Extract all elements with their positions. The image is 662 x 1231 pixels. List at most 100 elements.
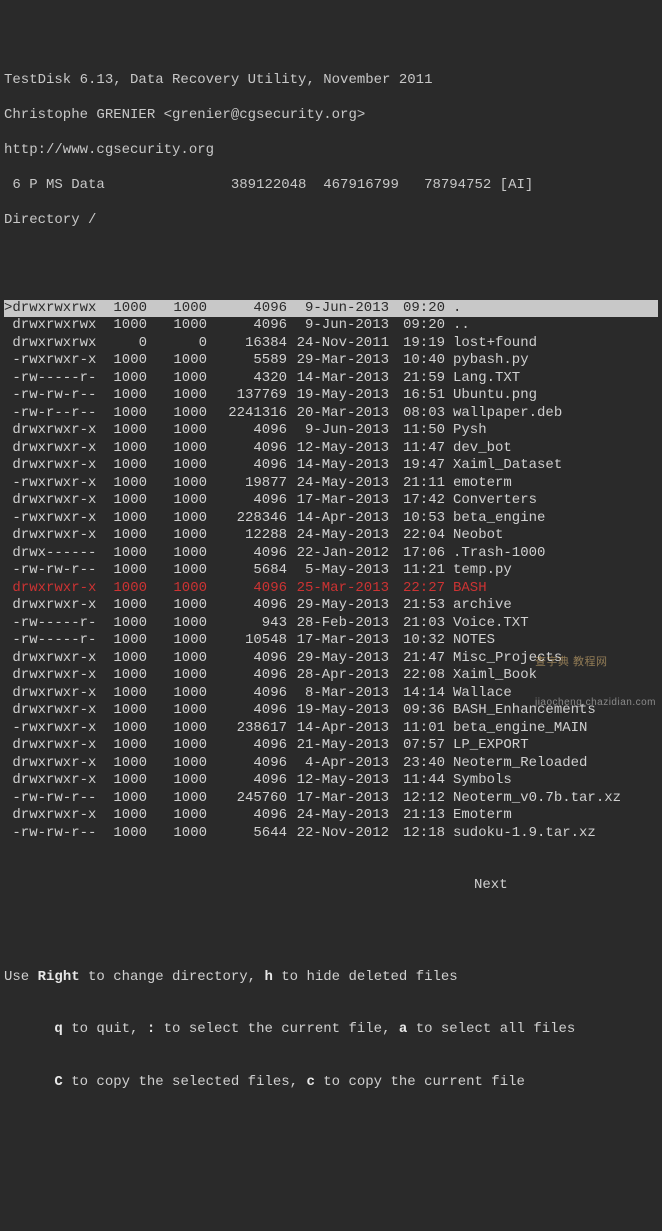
time: 22:08 [389, 667, 445, 685]
size: 19877 [207, 475, 287, 493]
file-row[interactable]: drwxrwxrwx001638424-Nov-201119:19lost+fo… [4, 335, 658, 353]
gid: 1000 [147, 615, 207, 633]
date: 29-May-2013 [287, 597, 389, 615]
gid: 1000 [147, 702, 207, 720]
gid: 1000 [147, 422, 207, 440]
footer-line-1: Use Right to change directory, h to hide… [4, 969, 658, 987]
time: 22:27 [389, 580, 445, 598]
gid: 1000 [147, 790, 207, 808]
file-row[interactable]: drwxrwxr-x10001000409614-May-201319:47Xa… [4, 457, 658, 475]
file-row[interactable]: drwx------10001000409622-Jan-201217:06.T… [4, 545, 658, 563]
date: 9-Jun-2013 [287, 300, 389, 318]
gid: 1000 [147, 545, 207, 563]
date: 9-Jun-2013 [287, 317, 389, 335]
date: 28-Apr-2013 [287, 667, 389, 685]
file-row[interactable]: drwxrwxr-x10001000409625-Mar-201322:27BA… [4, 580, 658, 598]
size: 5684 [207, 562, 287, 580]
gid: 1000 [147, 737, 207, 755]
size: 4096 [207, 440, 287, 458]
filename: pybash.py [445, 352, 529, 370]
time: 10:32 [389, 632, 445, 650]
time: 09:20 [389, 317, 445, 335]
file-row[interactable]: drwxrwxr-x10001000409617-Mar-201317:42Co… [4, 492, 658, 510]
file-row[interactable]: drwxrwxr-x1000100040964-Apr-201323:40Neo… [4, 755, 658, 773]
file-row[interactable]: drwxrwxr-x1000100040969-Jun-201311:50Pys… [4, 422, 658, 440]
time: 16:51 [389, 387, 445, 405]
date: 24-Nov-2011 [287, 335, 389, 353]
uid: 0 [99, 335, 147, 353]
filename: lost+found [445, 335, 537, 353]
time: 07:57 [389, 737, 445, 755]
filename: Symbols [445, 772, 512, 790]
uid: 1000 [99, 457, 147, 475]
uid: 1000 [99, 352, 147, 370]
file-row[interactable]: -rw-r--r--10001000224131620-Mar-201308:0… [4, 405, 658, 423]
file-row[interactable]: -rw-rw-r--1000100024576017-Mar-201312:12… [4, 790, 658, 808]
uid: 1000 [99, 440, 147, 458]
uid: 1000 [99, 737, 147, 755]
file-row[interactable]: drwxrwxr-x10001000409624-May-201321:13Em… [4, 807, 658, 825]
file-row[interactable]: drwxrwxr-x10001000409621-May-201307:57LP… [4, 737, 658, 755]
file-row[interactable]: -rw-rw-r--1000100056845-May-201311:21tem… [4, 562, 658, 580]
uid: 1000 [99, 667, 147, 685]
gid: 1000 [147, 685, 207, 703]
file-row[interactable]: -rw-rw-r--1000100013776919-May-201316:51… [4, 387, 658, 405]
date: 24-May-2013 [287, 527, 389, 545]
file-row[interactable]: drwxrwxr-x10001000409629-May-201321:53ar… [4, 597, 658, 615]
perms: >drwxrwxrwx [4, 300, 99, 318]
uid: 1000 [99, 475, 147, 493]
time: 21:47 [389, 650, 445, 668]
file-row[interactable]: -rwxrwxr-x10001000558929-Mar-201310:40py… [4, 352, 658, 370]
time: 10:53 [389, 510, 445, 528]
filename: Lang.TXT [445, 370, 520, 388]
gid: 1000 [147, 562, 207, 580]
size: 943 [207, 615, 287, 633]
file-list[interactable]: >drwxrwxrwx1000100040969-Jun-201309:20. … [4, 300, 658, 843]
size: 4096 [207, 650, 287, 668]
filename: Xaiml_Book [445, 667, 537, 685]
file-row[interactable]: drwxrwxrwx1000100040969-Jun-201309:20.. [4, 317, 658, 335]
date: 19-May-2013 [287, 702, 389, 720]
uid: 1000 [99, 405, 147, 423]
file-row[interactable]: drwxrwxr-x10001000409612-May-201311:47de… [4, 440, 658, 458]
file-row[interactable]: >drwxrwxrwx1000100040969-Jun-201309:20. [4, 300, 658, 318]
filename: .. [445, 317, 470, 335]
next-indicator[interactable]: Next [4, 877, 658, 895]
date: 29-May-2013 [287, 650, 389, 668]
gid: 1000 [147, 300, 207, 318]
size: 5589 [207, 352, 287, 370]
filename: Neoterm_v0.7b.tar.xz [445, 790, 621, 808]
file-row[interactable]: -rwxrwxr-x100010001987724-May-201321:11e… [4, 475, 658, 493]
uid: 1000 [99, 527, 147, 545]
file-row[interactable]: drwxrwxr-x100010001228824-May-201322:04N… [4, 527, 658, 545]
filename: Neoterm_Reloaded [445, 755, 587, 773]
time: 21:13 [389, 807, 445, 825]
time: 21:03 [389, 615, 445, 633]
perms: drwxrwxr-x [4, 667, 99, 685]
filename: BASH [445, 580, 487, 598]
time: 11:01 [389, 720, 445, 738]
size: 4096 [207, 807, 287, 825]
file-row[interactable]: -rw-----r-10001000432014-Mar-201321:59La… [4, 370, 658, 388]
size: 4096 [207, 685, 287, 703]
perms: -rwxrwxr-x [4, 720, 99, 738]
file-row[interactable]: -rw-rw-r--10001000564422-Nov-201212:18su… [4, 825, 658, 843]
filename: Converters [445, 492, 537, 510]
perms: -rwxrwxr-x [4, 352, 99, 370]
filename: Wallace [445, 685, 512, 703]
size: 245760 [207, 790, 287, 808]
file-row[interactable]: -rwxrwxr-x1000100022834614-Apr-201310:53… [4, 510, 658, 528]
uid: 1000 [99, 807, 147, 825]
uid: 1000 [99, 772, 147, 790]
date: 8-Mar-2013 [287, 685, 389, 703]
uid: 1000 [99, 720, 147, 738]
size: 4096 [207, 492, 287, 510]
size: 238617 [207, 720, 287, 738]
gid: 1000 [147, 510, 207, 528]
partition-line: 6 P MS Data 389122048 467916799 78794752… [4, 177, 658, 195]
perms: -rw-----r- [4, 370, 99, 388]
file-row[interactable]: drwxrwxr-x10001000409612-May-201311:44Sy… [4, 772, 658, 790]
size: 4096 [207, 317, 287, 335]
size: 5644 [207, 825, 287, 843]
date: 14-Apr-2013 [287, 510, 389, 528]
